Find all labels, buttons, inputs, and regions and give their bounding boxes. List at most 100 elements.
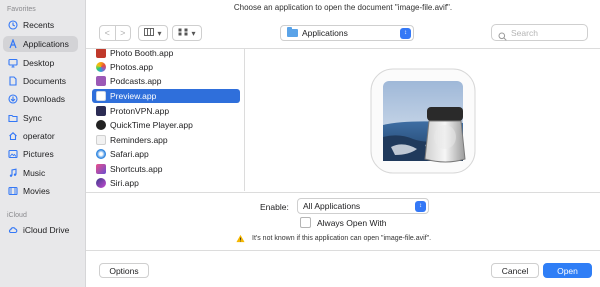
music-icon	[8, 168, 18, 178]
main-panel: Choose an application to open the docume…	[86, 0, 600, 287]
list-item-label: ProtonVPN.app	[110, 106, 170, 116]
nav-buttons: < >	[99, 25, 131, 41]
podcasts-icon	[96, 76, 106, 86]
location-label: Applications	[302, 28, 348, 38]
sidebar: Favorites Recents Applications Desktop D…	[0, 0, 86, 287]
columns-icon	[144, 28, 155, 38]
back-button[interactable]: <	[100, 26, 115, 40]
list-item[interactable]: ProtonVPN.app	[92, 104, 240, 118]
warning-message: It's not known if this application can o…	[236, 234, 431, 243]
sidebar-item-sync[interactable]: Sync	[3, 110, 78, 126]
sidebar-item-movies[interactable]: Movies	[3, 183, 78, 199]
reminders-icon	[96, 135, 106, 145]
download-icon	[8, 94, 18, 104]
preview-app-icon	[369, 67, 477, 175]
sidebar-item-documents[interactable]: Documents	[3, 73, 78, 89]
shortcuts-icon	[96, 164, 106, 174]
movies-icon	[8, 186, 18, 196]
sidebar-item-desktop[interactable]: Desktop	[3, 55, 78, 71]
sidebar-item-label: Documents	[23, 76, 66, 86]
sidebar-item-label: Pictures	[23, 149, 54, 159]
sidebar-item-music[interactable]: Music	[3, 165, 78, 181]
toolbar: < > ▾ ▾ Applications ↕	[86, 14, 600, 49]
clock-icon	[8, 20, 18, 30]
divider	[86, 250, 600, 251]
sidebar-item-label: iCloud Drive	[23, 225, 70, 235]
list-item[interactable]: Siri.app	[92, 176, 240, 190]
photo-booth-icon	[96, 49, 106, 58]
always-open-with-row[interactable]: Always Open With	[300, 217, 386, 228]
list-item[interactable]: Podcasts.app	[92, 74, 240, 88]
search-field[interactable]	[491, 24, 588, 41]
sidebar-item-label: Recents	[23, 20, 55, 30]
list-item-label: Reminders.app	[110, 135, 168, 145]
list-item[interactable]: Safari.app	[92, 147, 240, 161]
preview-icon	[96, 91, 106, 101]
divider	[86, 192, 600, 193]
sidebar-section-favorites: Favorites	[7, 6, 36, 13]
list-item[interactable]: Shortcuts.app	[92, 162, 240, 176]
list-item-label: Shortcuts.app	[110, 164, 163, 174]
file-list[interactable]: Photo Booth.app Photos.app Podcasts.app …	[86, 49, 245, 191]
sidebar-section-icloud: iCloud	[7, 212, 27, 219]
stepper-icon: ↕	[415, 200, 426, 212]
list-item[interactable]: Reminders.app	[92, 133, 240, 147]
sidebar-item-label: operator	[23, 131, 55, 141]
siri-icon	[96, 178, 106, 188]
enable-label: Enable:	[260, 202, 289, 212]
applications-icon	[8, 39, 18, 49]
open-button[interactable]: Open	[543, 263, 592, 278]
column-view-button[interactable]: ▾	[138, 25, 168, 41]
list-item-label: Photo Booth.app	[110, 49, 174, 58]
sidebar-item-label: Movies	[23, 186, 50, 196]
preview-pane	[245, 49, 600, 191]
list-item-label: Siri.app	[110, 178, 139, 188]
list-item[interactable]: Photos.app	[92, 60, 240, 74]
location-dropdown[interactable]: Applications ↕	[280, 25, 414, 41]
always-open-with-label: Always Open With	[317, 217, 387, 228]
protonvpn-icon	[96, 106, 106, 116]
sidebar-item-label: Sync	[23, 113, 42, 123]
stepper-icon: ↕	[400, 27, 411, 39]
sidebar-item-recents[interactable]: Recents	[3, 17, 78, 33]
warning-text: It's not known if this application can o…	[252, 235, 432, 242]
list-item[interactable]: QuickTime Player.app	[92, 118, 240, 132]
list-item-label: Podcasts.app	[110, 76, 162, 86]
sidebar-item-label: Desktop	[23, 58, 55, 68]
list-item-label: Photos.app	[110, 62, 154, 72]
list-item[interactable]: Photo Booth.app	[92, 49, 240, 60]
folder-icon	[287, 27, 298, 37]
always-open-with-checkbox[interactable]	[300, 217, 311, 228]
cancel-button[interactable]: Cancel	[491, 263, 539, 278]
enable-value: All Applications	[303, 201, 361, 211]
list-item-label: QuickTime Player.app	[110, 120, 193, 130]
safari-icon	[96, 149, 106, 159]
options-button[interactable]: Options	[99, 263, 149, 278]
sidebar-item-downloads[interactable]: Downloads	[3, 91, 78, 107]
forward-button[interactable]: >	[114, 26, 131, 40]
warning-icon	[236, 234, 245, 243]
list-item-label: Safari.app	[110, 149, 149, 159]
sidebar-item-label: Music	[23, 168, 46, 178]
list-item-label: Preview.app	[110, 91, 157, 101]
photos-icon	[96, 62, 106, 72]
grid-icon	[178, 28, 188, 38]
chevron-down-icon: ▾	[157, 28, 162, 38]
enable-dropdown[interactable]: All Applications ↕	[297, 198, 429, 214]
sidebar-item-icloud-drive[interactable]: iCloud Drive	[3, 222, 78, 238]
sidebar-item-pictures[interactable]: Pictures	[3, 146, 78, 162]
pictures-icon	[8, 149, 18, 159]
desktop-icon	[8, 58, 18, 68]
cloud-icon	[8, 225, 18, 235]
search-input[interactable]	[511, 27, 583, 38]
home-icon	[8, 131, 18, 141]
sidebar-item-label: Applications	[23, 39, 69, 49]
sidebar-item-operator[interactable]: operator	[3, 128, 78, 144]
chevron-down-icon: ▾	[191, 28, 196, 38]
sidebar-item-label: Downloads	[23, 94, 66, 104]
search-icon	[498, 28, 507, 41]
list-item-selected[interactable]: Preview.app	[92, 89, 240, 103]
group-view-button[interactable]: ▾	[172, 25, 202, 41]
quicktime-icon	[96, 120, 106, 130]
sidebar-item-applications[interactable]: Applications	[3, 36, 78, 52]
